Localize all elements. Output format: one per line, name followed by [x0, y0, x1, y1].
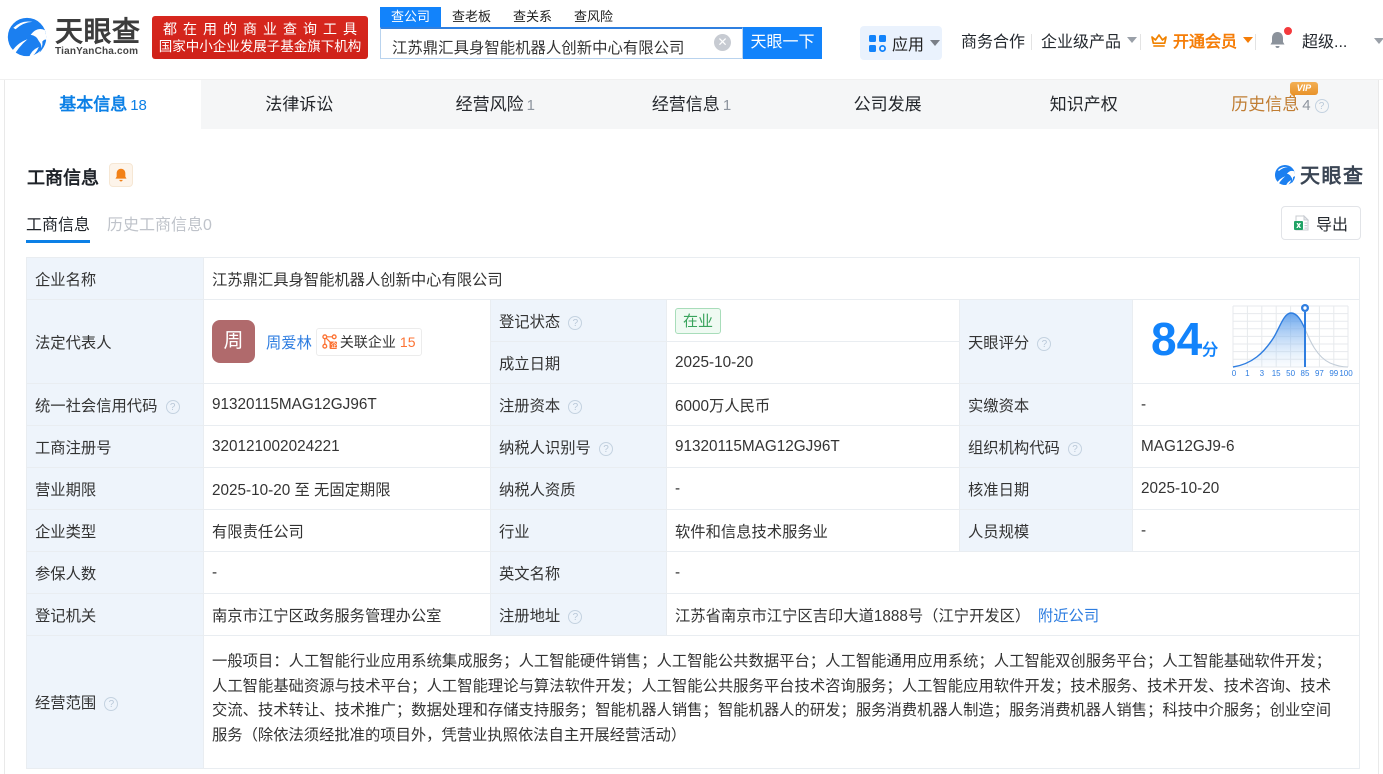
svg-text:企: 企	[331, 341, 337, 349]
svg-text:3: 3	[1260, 369, 1265, 378]
svg-text:15: 15	[1272, 369, 1281, 378]
svg-text:1: 1	[1245, 369, 1250, 378]
svg-text:99: 99	[1330, 369, 1339, 378]
svg-text:0: 0	[1232, 369, 1237, 378]
svg-text:85: 85	[1301, 369, 1310, 378]
svg-text:100: 100	[1340, 369, 1354, 378]
svg-text:50: 50	[1286, 369, 1295, 378]
svg-text:天眼查: 天眼查	[1300, 164, 1364, 186]
svg-text:97: 97	[1315, 369, 1324, 378]
